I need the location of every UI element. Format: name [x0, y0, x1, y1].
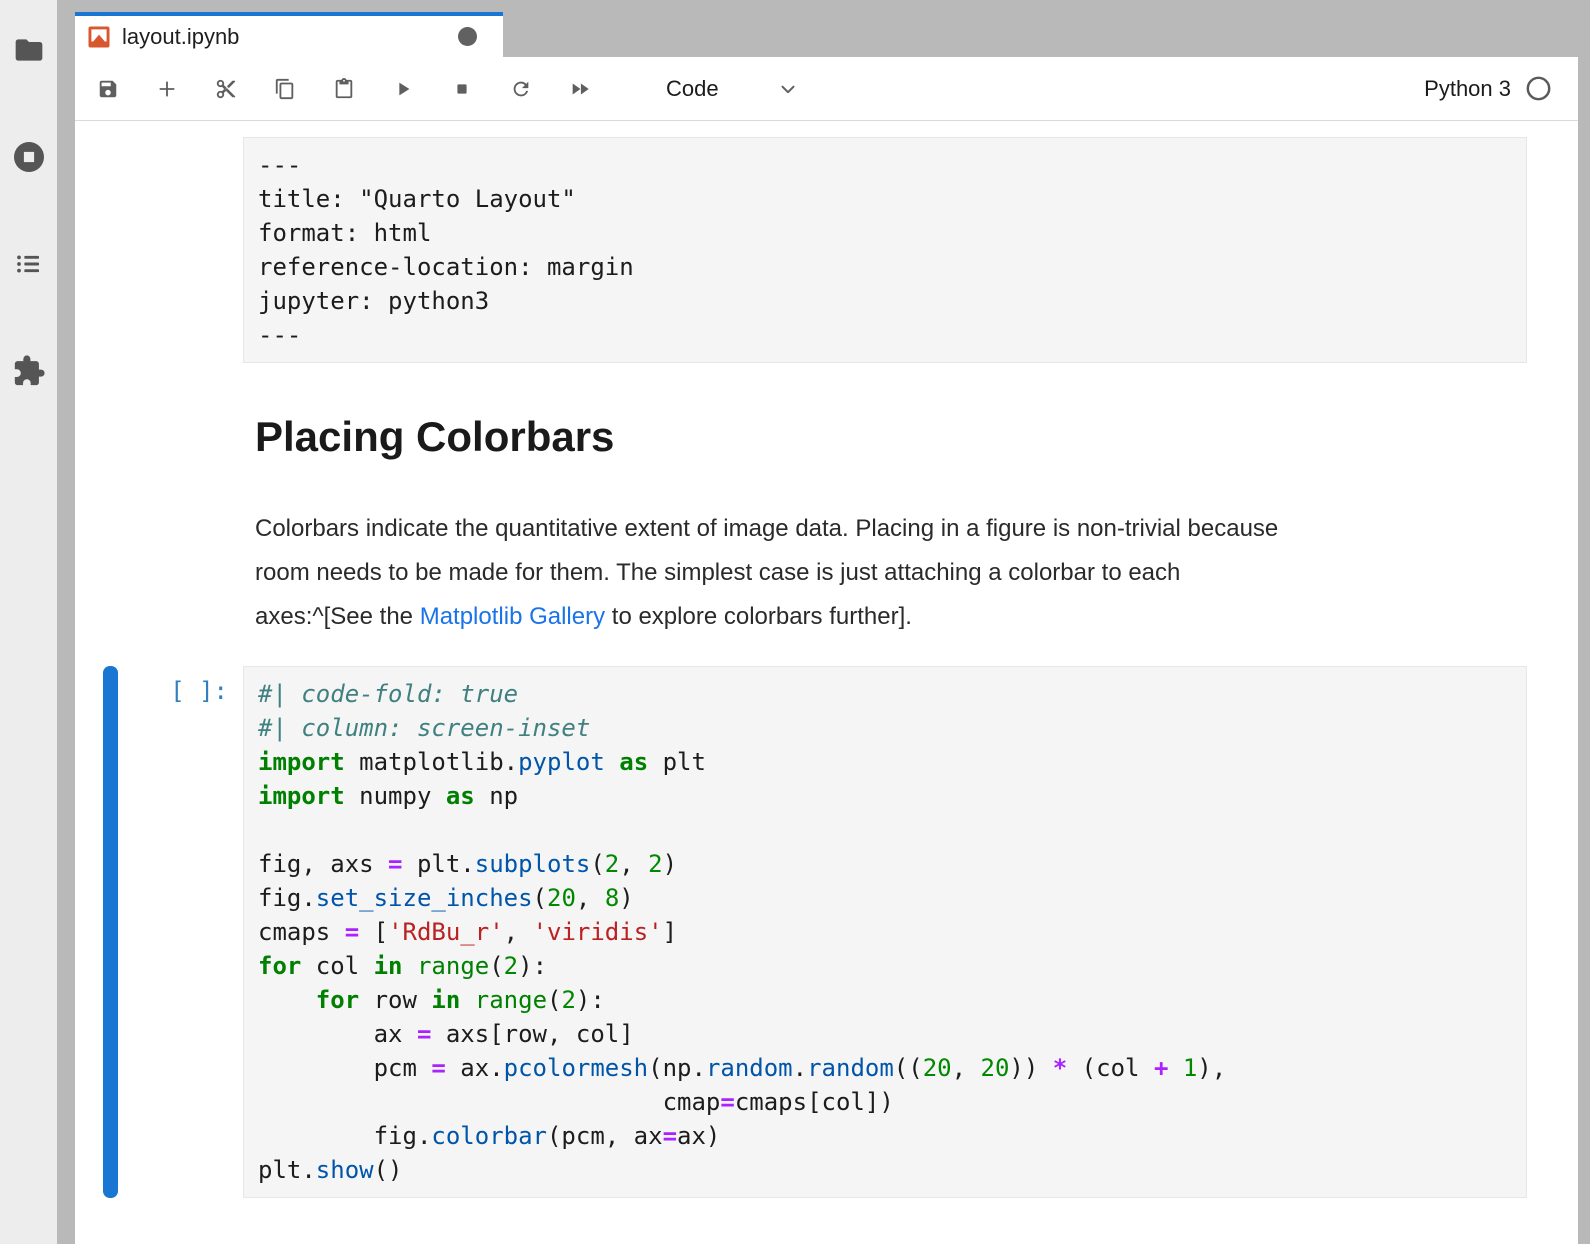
copy-cells-button[interactable]: [274, 78, 296, 100]
folder-icon: [13, 34, 45, 66]
notebook-panel: ---title: "Quarto Layout"format: htmlref…: [75, 121, 1578, 1244]
refresh-icon: [510, 78, 532, 100]
left-sidebar: [0, 0, 57, 1244]
code-line: fig.set_size_inches(20, 8): [258, 881, 1512, 915]
paragraph-text: room needs to be made for them. The simp…: [255, 559, 1180, 586]
play-icon: [392, 78, 414, 100]
markdown-heading: Placing Colorbars: [255, 413, 1527, 461]
matplotlib-gallery-link[interactable]: Matplotlib Gallery: [420, 603, 605, 630]
notebook-tab[interactable]: layout.ipynb: [75, 12, 503, 57]
raw-cell-line: jupyter: python3: [258, 284, 1512, 318]
raw-cell-line: ---: [258, 318, 1512, 352]
kernel-name: Python 3: [1424, 76, 1511, 102]
paste-cells-button[interactable]: [333, 78, 355, 100]
jupyterlab-window: layout.ipynb: [0, 0, 1590, 1244]
copy-icon: [274, 78, 296, 100]
window-right-edge: [1578, 0, 1590, 1244]
code-line: cmap=cmaps[col]): [258, 1085, 1512, 1119]
save-button[interactable]: [97, 78, 119, 100]
chevron-down-icon: [777, 78, 799, 100]
interrupt-kernel-button[interactable]: [451, 78, 473, 100]
clipboard-icon: [333, 78, 355, 100]
code-line: ax = axs[row, col]: [258, 1017, 1512, 1051]
paragraph-text: axes:^[See the: [255, 603, 420, 630]
unsaved-changes-dot: [458, 27, 477, 46]
fast-forward-icon: [569, 78, 591, 100]
notebook-toolbar: Code Python 3: [75, 57, 1578, 121]
puzzle-icon: [12, 354, 46, 388]
code-line: fig.colorbar(pcm, ax=ax): [258, 1119, 1512, 1153]
stop-icon: [451, 78, 473, 100]
markdown-paragraph-line: Colorbars indicate the quantitative exte…: [255, 507, 1527, 551]
code-line: import numpy as np: [258, 779, 1512, 813]
scissors-icon: [215, 78, 237, 100]
code-line: for row in range(2):: [258, 983, 1512, 1017]
raw-cell-line: format: html: [258, 216, 1512, 250]
kernel-indicator[interactable]: Python 3: [1424, 75, 1578, 102]
code-line: pcm = ax.pcolormesh(np.random.random((20…: [258, 1051, 1512, 1085]
markdown-paragraph: Colorbars indicate the quantitative exte…: [255, 507, 1527, 639]
plus-icon: [156, 78, 178, 100]
code-line: fig, axs = plt.subplots(2, 2): [258, 847, 1512, 881]
paragraph-text: to explore colorbars further].: [605, 603, 912, 630]
tab-title: layout.ipynb: [122, 24, 239, 50]
raw-cell-line: reference-location: margin: [258, 250, 1512, 284]
code-line: #| code-fold: true: [258, 677, 1512, 711]
cell-type-value: Code: [666, 76, 719, 102]
code-cell: [ ]: #| code-fold: true#| column: screen…: [103, 666, 1527, 1198]
sidebar-divider: [57, 0, 75, 1244]
save-icon: [97, 78, 119, 100]
code-line: cmaps = ['RdBu_r', 'viridis']: [258, 915, 1512, 949]
code-cell-editor[interactable]: #| code-fold: true#| column: screen-inse…: [243, 666, 1527, 1198]
cut-cells-button[interactable]: [215, 78, 237, 100]
sidebar-item-extension-manager[interactable]: [11, 353, 47, 389]
list-icon: [13, 248, 45, 280]
run-all-button[interactable]: [569, 78, 591, 100]
cell-collapser-bar[interactable]: [103, 666, 118, 1198]
code-line: plt.show(): [258, 1153, 1512, 1187]
sidebar-item-file-browser[interactable]: [11, 32, 47, 68]
cell-type-dropdown[interactable]: Code: [666, 76, 799, 102]
notebook-file-icon: [88, 26, 110, 48]
raw-cell-editor[interactable]: ---title: "Quarto Layout"format: htmlref…: [243, 137, 1527, 363]
insert-cell-button[interactable]: [156, 78, 178, 100]
paragraph-text: Colorbars indicate the quantitative exte…: [255, 515, 1278, 542]
raw-cell-line: ---: [258, 148, 1512, 182]
markdown-paragraph-line: room needs to be made for them. The simp…: [255, 551, 1527, 595]
code-line: import matplotlib.pyplot as plt: [258, 745, 1512, 779]
tab-bar: layout.ipynb: [75, 0, 1578, 57]
code-line: for col in range(2):: [258, 949, 1512, 983]
sidebar-item-running-kernels[interactable]: [11, 139, 47, 175]
markdown-paragraph-line: axes:^[See the Matplotlib Gallery to exp…: [255, 595, 1527, 639]
raw-cell-line: title: "Quarto Layout": [258, 182, 1512, 216]
restart-kernel-button[interactable]: [510, 78, 532, 100]
code-line: [258, 813, 1512, 847]
stop-circle-icon: [11, 139, 47, 175]
code-line: #| column: screen-inset: [258, 711, 1512, 745]
kernel-status-icon: [1525, 75, 1552, 102]
input-prompt: [ ]:: [118, 666, 243, 1198]
markdown-cell: Placing Colorbars Colorbars indicate the…: [255, 413, 1527, 639]
sidebar-item-table-of-contents[interactable]: [11, 246, 47, 282]
run-cell-button[interactable]: [392, 78, 414, 100]
